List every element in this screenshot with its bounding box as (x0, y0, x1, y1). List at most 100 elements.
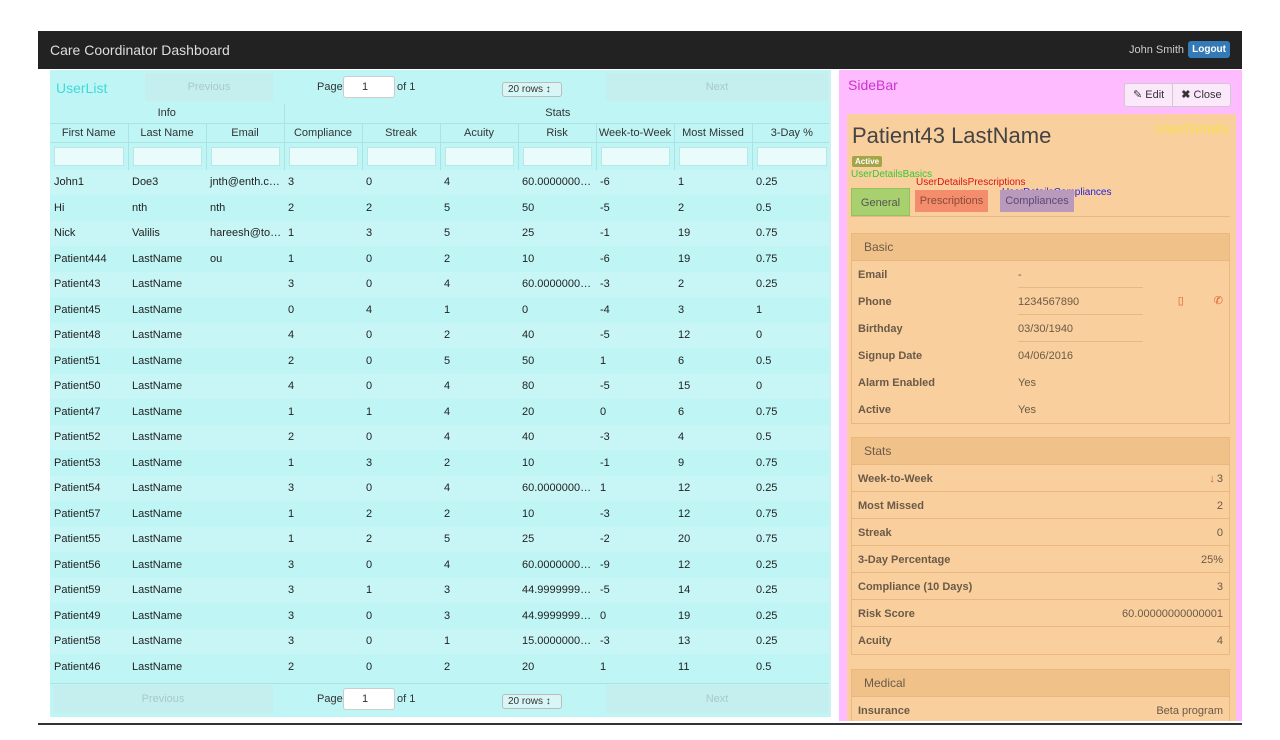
table-cell: 3 (288, 609, 295, 622)
table-cell: 1 (600, 660, 607, 673)
column-filter-input[interactable] (678, 146, 748, 166)
table-cell: Patient45 (54, 303, 101, 316)
column-header[interactable]: Week-to-Week (596, 123, 675, 143)
table-row[interactable]: NickValilishareesh@tourofhealth.com13525… (50, 220, 829, 246)
table-cell: nth (132, 201, 148, 214)
column-filter-input[interactable] (366, 146, 436, 166)
table-cell: 60.00000000000001 (522, 558, 596, 571)
page-number-input[interactable]: 1 (343, 76, 395, 98)
active-value: Yes (1018, 404, 1036, 416)
tab-divider (851, 216, 1230, 217)
table-row[interactable]: Patient47 LastName 1 1 4 20 0 6 0.75 (50, 399, 829, 425)
filter-cell (752, 142, 829, 170)
app-title[interactable]: Care Coordinator Dashboard (50, 42, 230, 58)
column-header[interactable]: Email (206, 123, 285, 143)
table-cell: Patient444 (54, 252, 107, 265)
table-cell: 2 (444, 456, 451, 469)
table-row[interactable]: Patient56 LastName 3 0 4 60.00000000000001 -9 1… (50, 552, 829, 578)
table-cell: LastName (128, 424, 206, 450)
table-cell: John1 (50, 169, 128, 195)
column-filter-input[interactable] (288, 146, 358, 166)
table-row[interactable]: John1Doe3jnth@enth.com30460.000000000000… (50, 169, 829, 195)
column-filter-input[interactable] (132, 146, 202, 166)
table-row[interactable]: Patient46 LastName 2 0 2 20 1 11 0.5 (50, 654, 829, 680)
table-cell: 3 (284, 577, 363, 603)
tab-general[interactable]: General (851, 188, 910, 216)
table-cell: Patient46 (54, 660, 101, 673)
next-page-button[interactable]: Next (606, 685, 828, 713)
mobile-phone-icon[interactable]: ▯ (1178, 294, 1184, 307)
table-row[interactable]: Patient52 LastName 2 0 4 40 -3 4 0.5 (50, 424, 829, 450)
pagination-top: UserList Previous Page 1 of 1 20 rows ↕ … (50, 72, 829, 102)
rows-per-page-select[interactable]: 20 rows ↕ (502, 82, 562, 97)
table-row[interactable]: Patient49 LastName 3 0 3 44.99999999999999 0 19… (50, 603, 829, 629)
column-filter-input[interactable] (444, 146, 514, 166)
column-header[interactable]: First Name (50, 123, 129, 143)
table-cell: Patient43 (50, 271, 128, 297)
phone-icon[interactable]: ✆ (1214, 294, 1223, 307)
previous-page-button[interactable]: Previous (145, 73, 273, 101)
signup-value: 04/06/2016 (1018, 350, 1074, 362)
table-row[interactable]: Patient55 LastName 1 2 5 25 -2 20 0.75 (50, 526, 829, 552)
table-cell (206, 501, 284, 527)
table-cell: LastName (132, 354, 183, 367)
previous-page-button[interactable]: Previous (53, 685, 273, 713)
filter-cell (674, 142, 753, 170)
column-filter-input[interactable] (210, 146, 280, 166)
column-header[interactable]: Streak (362, 123, 441, 143)
column-header[interactable]: Acuity (440, 123, 519, 143)
table-cell: 0.75 (756, 507, 778, 520)
table-cell: Patient54 (50, 475, 128, 501)
table-row[interactable]: Patient45 LastName 0 4 1 0 -4 3 1 (50, 297, 829, 323)
table-cell: LastName (132, 660, 183, 673)
column-header[interactable]: Most Missed (674, 123, 753, 143)
table-cell: 15 (674, 373, 753, 399)
edit-button[interactable]: ✎ Edit (1125, 84, 1172, 106)
column-header[interactable]: Risk (518, 123, 597, 143)
page-label: Page (317, 693, 343, 705)
table-cell (206, 322, 285, 348)
close-button[interactable]: ✖ Close (1172, 84, 1229, 106)
logout-button[interactable]: Logout (1188, 41, 1230, 58)
tab-prescriptions[interactable]: Prescriptions (915, 190, 988, 212)
table-row[interactable]: Patient48 LastName 4 0 2 40 -5 12 0 (50, 322, 829, 348)
column-filter-input[interactable] (600, 146, 670, 166)
table-cell: 2 (284, 424, 363, 450)
column-header-row: First Name Last Name Email Compliance Streak… (50, 123, 829, 143)
table-row[interactable]: Patient57 LastName 1 2 2 10 -3 12 0.75 (50, 501, 829, 527)
table-cell: -6 (600, 252, 610, 265)
table-row[interactable]: Patient43LastName 30460.00000000000001-32… (50, 271, 829, 297)
table-row[interactable]: Patient59LastName31344.99999999999999-51… (50, 577, 829, 603)
column-filter-input[interactable] (756, 146, 828, 166)
table-cell: 1 (288, 456, 295, 469)
table-cell: 44.99999999999999 (522, 609, 596, 622)
table-row[interactable]: Hi nth nth 2 2 5 50 -5 2 0.5 (50, 195, 829, 221)
table-cell: -5 (596, 373, 675, 399)
table-cell: 20 (674, 526, 753, 552)
table-cell: jnth@enth.com (206, 169, 285, 195)
rows-per-page-select[interactable]: 20 rows ↕ (502, 694, 562, 709)
page-number-input[interactable]: 1 (343, 688, 395, 710)
table-row[interactable]: Patient54LastName 30460.00000000000001112… (50, 475, 829, 501)
table-cell: LastName (132, 507, 183, 520)
table-row[interactable]: Patient50 LastName 4 0 4 80 -5 15 0 (50, 373, 829, 399)
column-header[interactable]: Last Name (128, 123, 207, 143)
table-row[interactable]: Patient53 LastName 1 3 2 10 -1 9 0.75 (50, 450, 829, 476)
table-cell: 2 (288, 354, 295, 367)
next-page-button[interactable]: Next (606, 73, 828, 101)
birthday-row: Birthday 03/30/1940 (852, 315, 1229, 342)
acuity-value: 4 (1216, 635, 1223, 647)
phone-actions: ▯ ✆ (1178, 294, 1223, 307)
table-cell: Patient53 (54, 456, 101, 469)
column-header[interactable]: Compliance (284, 123, 363, 143)
three-day-row: 3-Day Percentage 25% (852, 546, 1229, 573)
column-filter-input[interactable] (522, 146, 592, 166)
tab-compliances[interactable]: Compliances (1000, 190, 1074, 212)
table-cell: 0 (752, 373, 829, 399)
table-row[interactable]: Patient444 LastName ou 1 0 2 10 -6 19 0.75 (50, 246, 829, 272)
table-row[interactable]: Patient51 LastName 2 0 5 50 1 6 0.5 (50, 348, 829, 374)
column-header[interactable]: 3-Day % (752, 123, 829, 143)
column-filter-input[interactable] (54, 146, 124, 166)
table-row[interactable]: Patient58LastName 30115.000000000000002-3… (50, 628, 829, 654)
table-cell: -3 (600, 507, 610, 520)
